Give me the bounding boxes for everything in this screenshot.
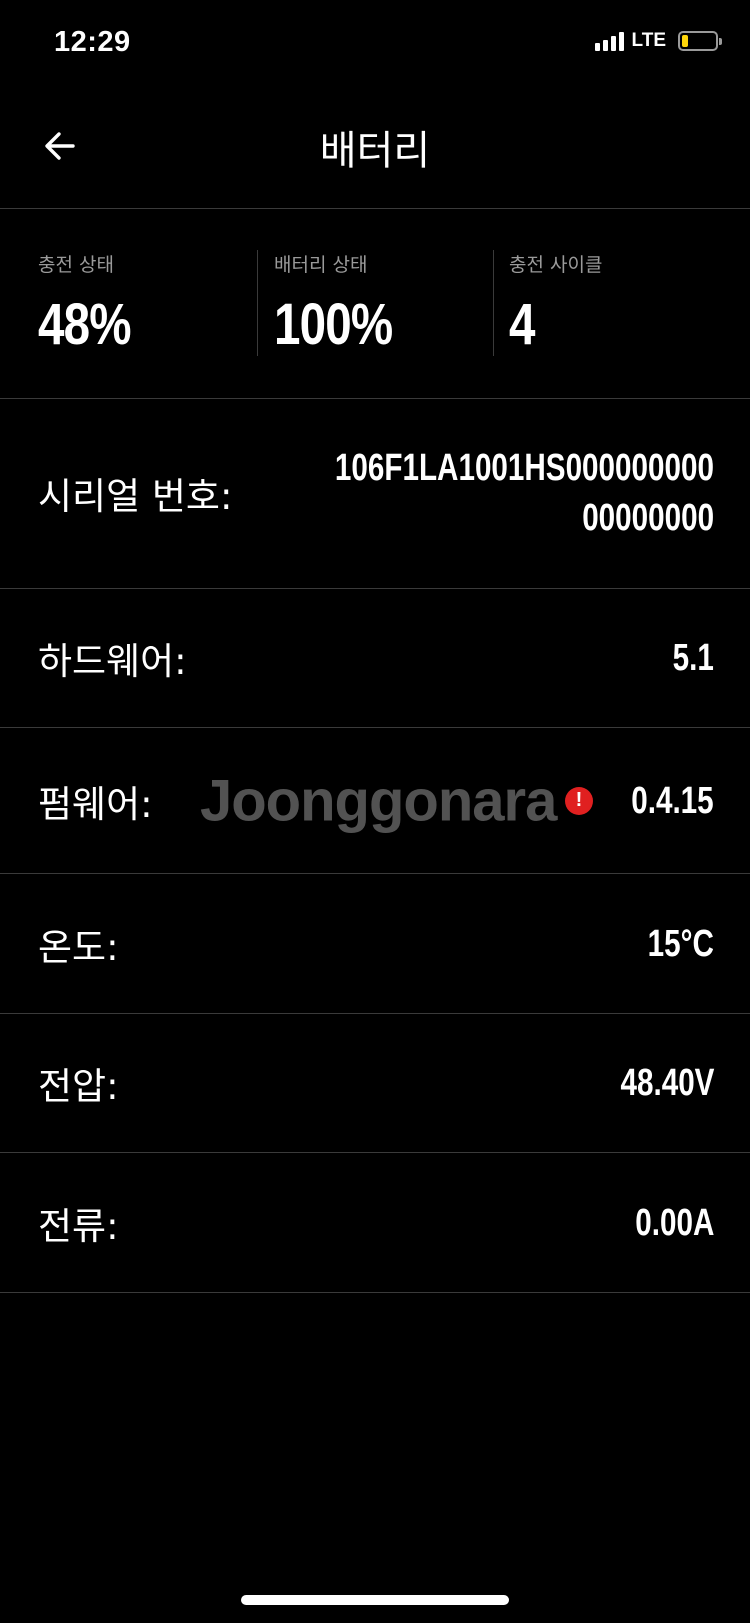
value-text: 48.40V	[620, 1062, 714, 1104]
firmware-value: 0.4.15	[608, 776, 714, 826]
cellular-signal-icon	[594, 31, 624, 51]
status-bar: 12:29 LTE	[0, 0, 750, 90]
battery-stats: 충전 상태 48% 배터리 상태 100% 충전 사이클 4	[0, 210, 750, 399]
nav-header: 배터리	[0, 98, 750, 209]
serial-line-2: 00000000	[582, 497, 714, 539]
value-text: 15°C	[647, 922, 714, 965]
info-label: 시리얼 번호:	[38, 475, 233, 518]
temperature-value: 15°C	[629, 919, 714, 969]
info-row-hardware: 하드웨어: 5.1	[0, 589, 750, 728]
stat-charge-state: 충전 상태 48%	[38, 250, 151, 357]
value-text: 5.1	[672, 637, 714, 679]
stat-value: 100%	[274, 292, 393, 357]
info-label: 펌웨어:	[38, 782, 153, 826]
stat-value: 48%	[38, 292, 132, 357]
serial-line-1: 106F1LA1001HS000000000	[334, 447, 714, 489]
page-title: 배터리	[319, 128, 431, 174]
serial-number-value: 106F1LA1001HS000000000 00000000	[228, 443, 714, 543]
stat-divider	[257, 250, 258, 356]
value-text: 0.00A	[634, 1201, 714, 1244]
info-label: 온도:	[38, 925, 119, 969]
status-indicators: LTE	[594, 30, 722, 52]
info-row-temperature: 온도: 15°C	[0, 874, 750, 1014]
battery-fill	[682, 35, 689, 47]
hardware-value: 5.1	[661, 633, 714, 683]
info-row-firmware: 펌웨어: Joonggonara ! 0.4.15	[0, 728, 750, 874]
voltage-value: 48.40V	[594, 1058, 714, 1108]
exclamation-icon[interactable]: !	[565, 786, 593, 815]
current-value: 0.00A	[613, 1198, 714, 1248]
info-label: 전류:	[38, 1204, 119, 1248]
watermark-logo: Joonggonara	[200, 768, 557, 833]
battery-info-list: 시리얼 번호: 106F1LA1001HS000000000 00000000 …	[0, 398, 750, 1293]
info-row-serial: 시리얼 번호: 106F1LA1001HS000000000 00000000	[0, 398, 750, 589]
info-row-current: 전류: 0.00A	[0, 1153, 750, 1293]
battery-icon	[678, 31, 722, 51]
info-label: 하드웨어:	[38, 640, 187, 683]
stat-divider	[493, 250, 494, 356]
stat-battery-health: 배터리 상태 100%	[274, 250, 418, 357]
stat-label: 배터리 상태	[274, 254, 368, 276]
info-label: 전압:	[38, 1065, 119, 1108]
status-time: 12:29	[54, 26, 131, 58]
stat-label: 충전 사이클	[509, 254, 603, 276]
stat-charge-cycles: 충전 사이클 4	[509, 250, 603, 357]
network-type: LTE	[631, 30, 666, 51]
value-text: 0.4.15	[631, 779, 714, 822]
stat-value: 4	[509, 292, 535, 357]
info-row-voltage: 전압: 48.40V	[0, 1014, 750, 1153]
home-indicator[interactable]	[241, 1595, 509, 1605]
stat-label: 충전 상태	[38, 254, 114, 276]
